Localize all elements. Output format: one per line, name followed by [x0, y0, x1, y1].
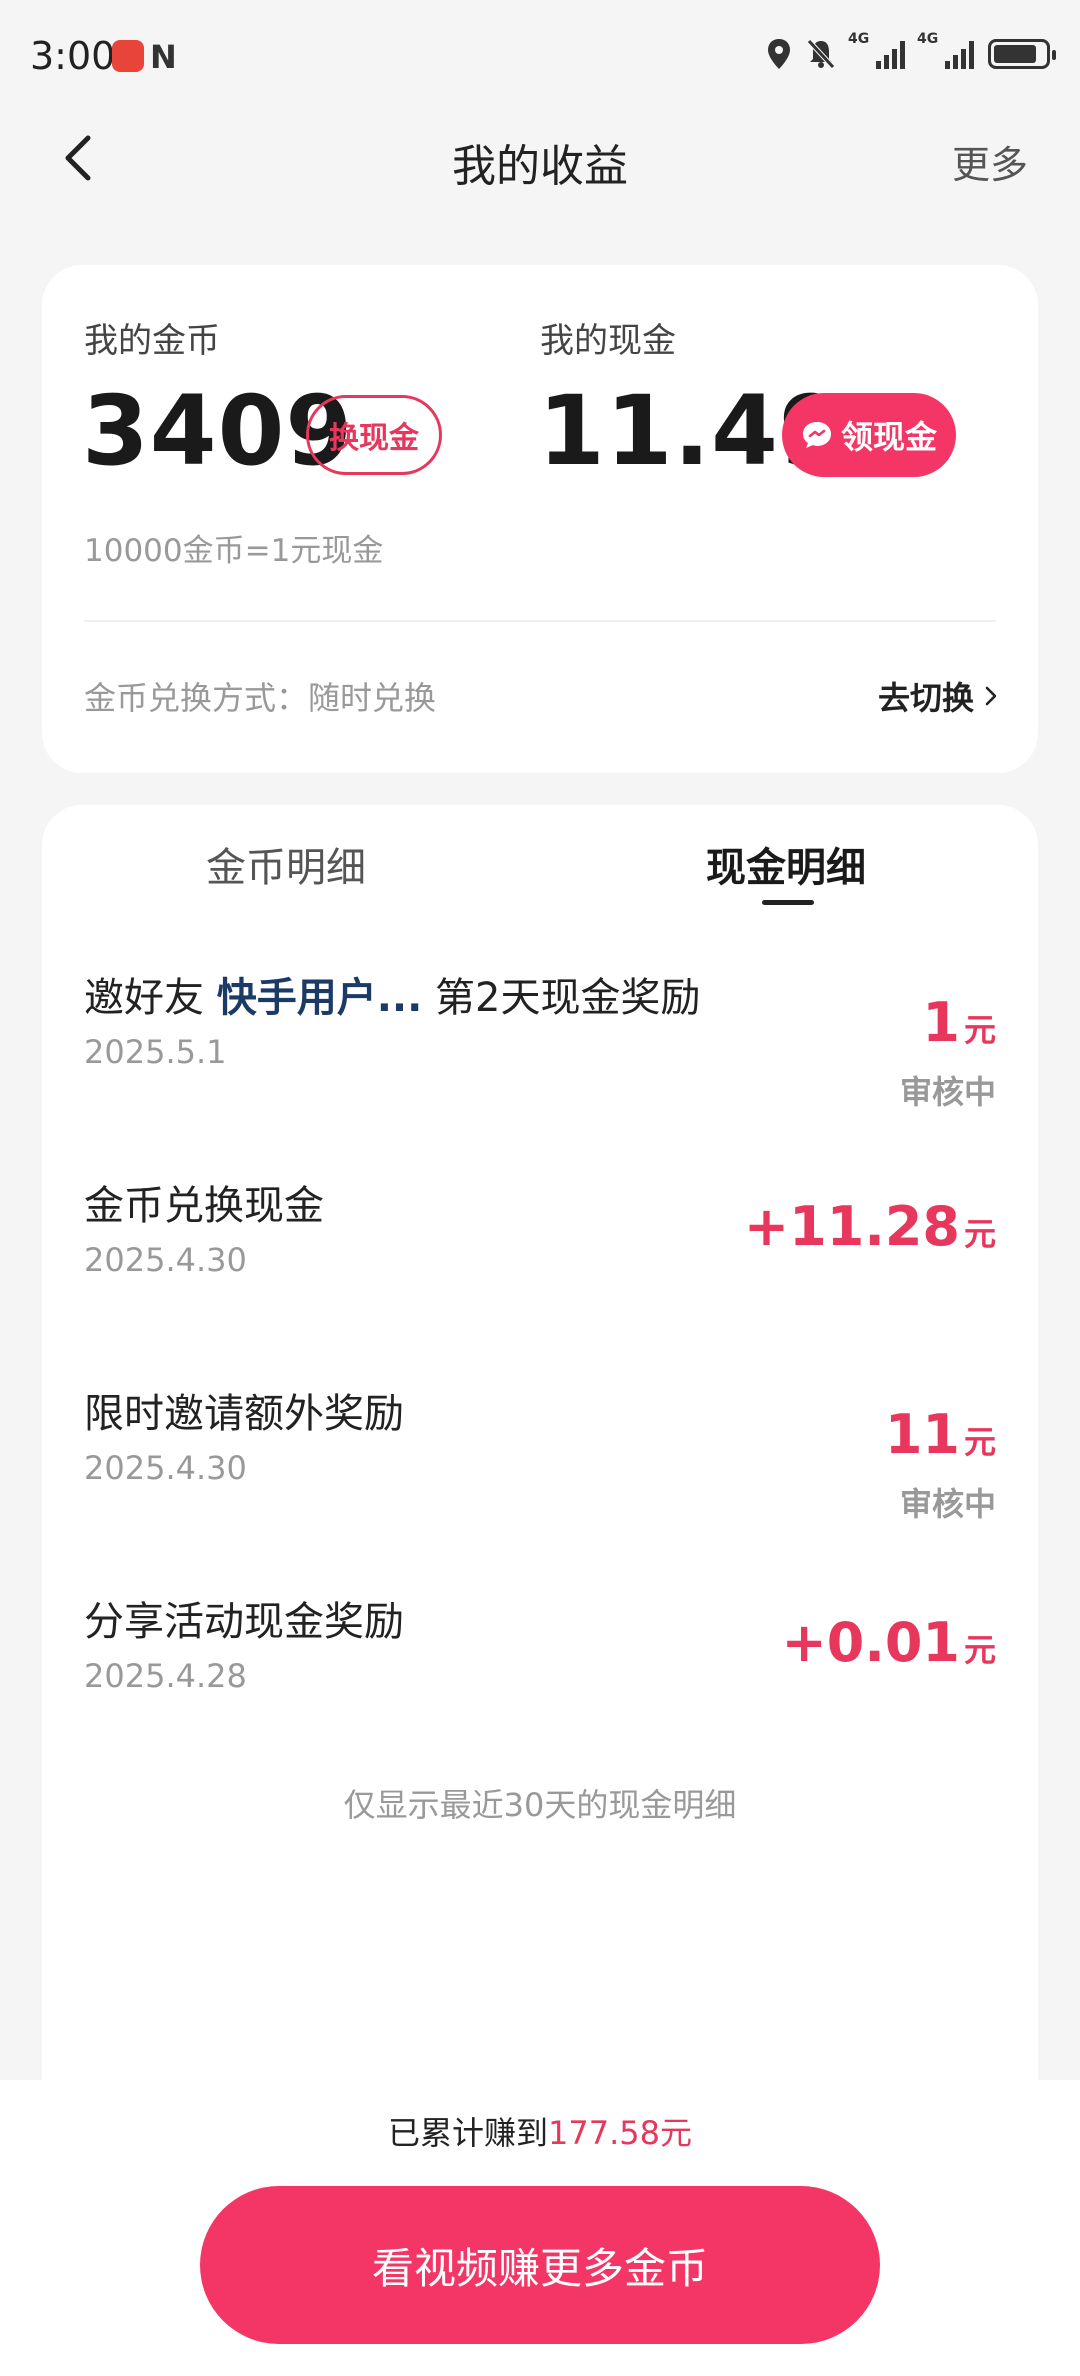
chat-bubble-icon	[802, 422, 831, 448]
record-amount-unit: 元	[963, 1011, 996, 1049]
more-button[interactable]: 更多	[952, 134, 1028, 189]
nfc-icon: N	[150, 38, 177, 76]
list-item[interactable]: 邀好友 快手用户... 第2天现金奖励 2025.5.1 1元 审核中	[42, 955, 1038, 1135]
coins-label: 我的金币	[84, 321, 220, 361]
record-amount: 1元	[922, 991, 996, 1054]
record-amount-value: +11.28	[743, 1195, 960, 1258]
battery-icon	[988, 39, 1056, 69]
signal-1-icon: 4G	[848, 31, 905, 69]
status-time: 3:00	[30, 34, 116, 78]
record-amount: +11.28 元	[744, 1195, 996, 1258]
total-earned-amount: 177.58元	[548, 2114, 692, 2152]
record-title: 分享活动现金奖励	[84, 1599, 404, 1645]
exchange-cash-button[interactable]: 换现金	[306, 395, 442, 475]
record-amount-value: 11	[884, 1403, 960, 1466]
list-item[interactable]: 金币兑换现金 2025.4.30 +11.28 元	[42, 1165, 1038, 1345]
network-type-2: 4G	[917, 31, 939, 47]
cash-label: 我的现金	[540, 321, 676, 361]
exchange-rate-text: 10000金币=1元现金	[84, 533, 384, 569]
exchange-method-text: 金币兑换方式：随时兑换	[84, 679, 437, 717]
record-amount-unit: 元	[963, 1215, 996, 1253]
tab-coin-details[interactable]: 金币明细	[206, 835, 366, 893]
record-status: 审核中	[899, 1073, 996, 1111]
status-bar: 3:00 N 4G 4G	[0, 0, 1080, 120]
app-notification-icon	[112, 40, 144, 72]
total-earned-prefix: 已累计赚到	[388, 2114, 549, 2152]
record-amount-unit: 元	[963, 1423, 996, 1461]
status-icons: 4G 4G	[766, 31, 1056, 70]
record-title: 邀好友 快手用户... 第2天现金奖励	[84, 965, 700, 1023]
record-title: 限时邀请额外奖励	[84, 1391, 404, 1437]
record-status: 审核中	[899, 1485, 996, 1523]
tab-cash-details[interactable]: 现金明细	[706, 835, 866, 893]
record-title: 金币兑换现金	[84, 1183, 324, 1229]
active-tab-indicator	[762, 900, 814, 905]
details-card: 金币明细 现金明细 邀好友 快手用户... 第2天现金奖励 2025.5.1 1…	[42, 805, 1038, 2105]
page-title: 我的收益	[452, 141, 628, 192]
record-date: 2025.4.30	[84, 1241, 247, 1279]
network-type-1: 4G	[848, 31, 870, 47]
total-earned-text: 已累计赚到177.58元	[0, 2108, 1080, 2154]
record-date: 2025.4.28	[84, 1657, 247, 1695]
record-title-suffix: 第2天现金奖励	[422, 975, 701, 1021]
switch-method-button[interactable]: 去切换	[878, 673, 998, 719]
list-item[interactable]: 限时邀请额外奖励 2025.4.30 11 元 审核中	[42, 1373, 1038, 1553]
withdraw-cash-button[interactable]: 领现金	[782, 393, 956, 477]
summary-divider	[84, 620, 996, 622]
record-date: 2025.4.30	[84, 1449, 247, 1487]
earnings-summary-card: 我的金币 3409 换现金 我的现金 11.49 领现金 10000金币=1元现…	[42, 265, 1038, 773]
chevron-right-icon	[985, 686, 997, 706]
signal-2-icon: 4G	[917, 31, 974, 69]
withdraw-cash-label: 领现金	[840, 418, 937, 456]
record-amount-value: +0.01	[781, 1611, 960, 1674]
list-item[interactable]: 分享活动现金奖励 2025.4.28 +0.01 元	[42, 1581, 1038, 1761]
record-date: 2025.5.1	[84, 1033, 227, 1071]
watch-video-earn-coins-button[interactable]: 看视频赚更多金币	[200, 2186, 880, 2344]
location-icon	[768, 39, 790, 69]
record-title-prefix: 邀好友	[84, 975, 217, 1021]
record-amount-value: 1	[922, 991, 960, 1054]
record-amount: +0.01 元	[782, 1611, 997, 1674]
record-amount-unit: 元	[963, 1631, 996, 1669]
history-footnote: 仅显示最近30天的现金明细	[343, 1786, 737, 1824]
record-amount: 11 元	[885, 1403, 996, 1466]
switch-method-label: 去切换	[877, 679, 974, 717]
mute-bell-icon	[807, 39, 835, 69]
invited-user-name[interactable]: 快手用户...	[217, 975, 423, 1021]
